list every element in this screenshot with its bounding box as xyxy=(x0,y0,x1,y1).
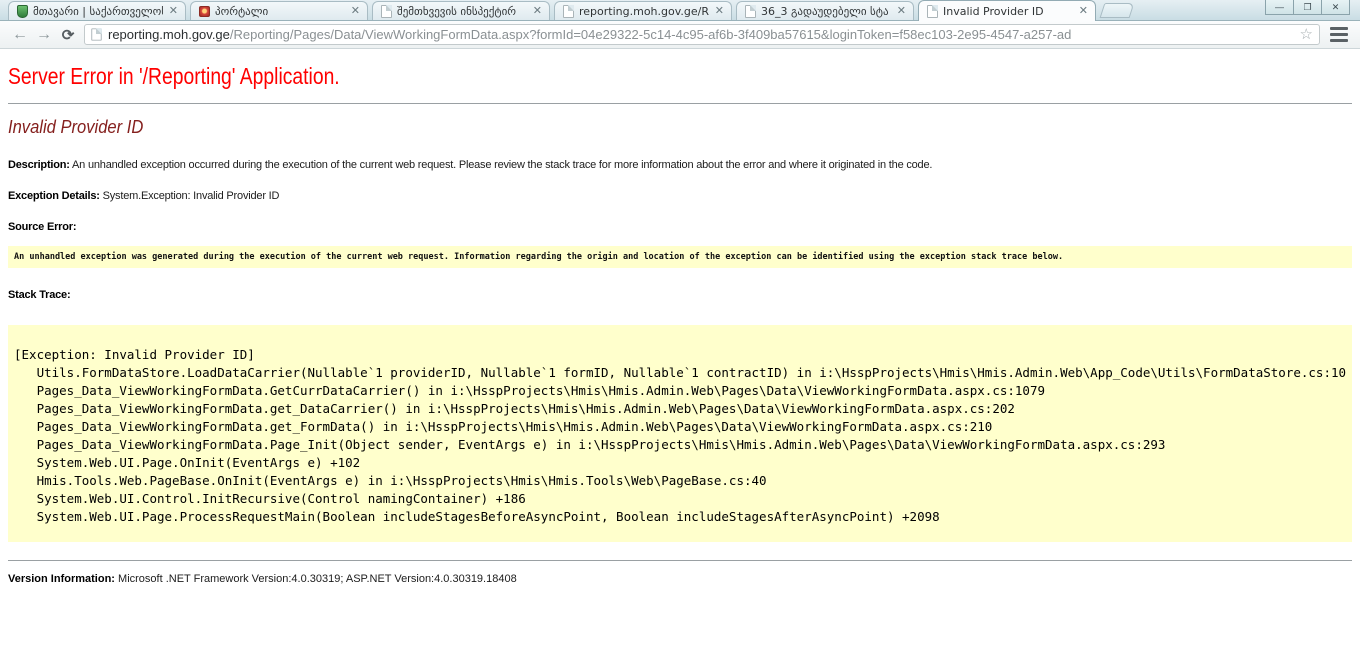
stack-trace-box: [Exception: Invalid Provider ID] Utils.F… xyxy=(8,325,1352,542)
url-host: reporting.moh.gov.ge xyxy=(108,27,230,42)
version-info-text: Microsoft .NET Framework Version:4.0.303… xyxy=(115,573,517,585)
window-controls: — ❐ ✕ xyxy=(1266,0,1350,15)
url-text[interactable]: reporting.moh.gov.ge/Reporting/Pages/Dat… xyxy=(108,27,1294,42)
page-favicon-icon xyxy=(381,5,392,18)
exception-details-text: System.Exception: Invalid Provider ID xyxy=(100,190,279,202)
tab-title: შემთხვევის ინსპექტირ xyxy=(397,5,527,18)
exception-details-label: Exception Details: xyxy=(8,190,100,202)
tab-portali[interactable]: პორტალი ✕ xyxy=(190,1,368,20)
page-favicon-icon xyxy=(563,5,574,18)
tab-close-icon[interactable]: ✕ xyxy=(532,6,543,17)
reload-button[interactable]: ⟳ xyxy=(56,23,80,47)
forward-arrow-icon: → xyxy=(36,26,52,44)
error-heading: Server Error in '/Reporting' Application… xyxy=(8,63,1137,90)
tab-title: reporting.moh.gov.ge/Re xyxy=(579,5,709,18)
tab-title: მთავარი | საქართველოს xyxy=(33,5,163,18)
page-favicon-icon xyxy=(927,5,938,18)
description-label: Description: xyxy=(8,159,70,171)
divider xyxy=(8,103,1352,104)
new-tab-button[interactable] xyxy=(1100,3,1135,18)
version-info-line: Version Information: Microsoft .NET Fram… xyxy=(8,573,1352,585)
stack-trace-text: [Exception: Invalid Provider ID] Utils.F… xyxy=(8,325,1352,542)
stack-trace-label-line: Stack Trace: xyxy=(8,289,1352,301)
emblem-favicon-icon xyxy=(199,6,210,17)
shield-favicon-icon xyxy=(17,5,28,18)
minimize-button[interactable]: — xyxy=(1265,0,1294,15)
page-favicon-icon xyxy=(745,5,756,18)
source-error-label-line: Source Error: xyxy=(8,221,1352,233)
hamburger-icon xyxy=(1330,27,1348,30)
back-arrow-icon: ← xyxy=(12,26,28,44)
url-path: /Reporting/Pages/Data/ViewWorkingFormDat… xyxy=(230,27,1071,42)
divider xyxy=(8,560,1352,561)
tab-close-icon[interactable]: ✕ xyxy=(714,6,725,17)
tab-mtavari[interactable]: მთავარი | საქართველოს ✕ xyxy=(8,1,186,20)
source-error-box: An unhandled exception was generated dur… xyxy=(8,246,1352,268)
tab-36-3-status[interactable]: 36_3 გადაუდებელი სტა ✕ xyxy=(736,1,914,20)
description-line: Description: An unhandled exception occu… xyxy=(8,159,1352,171)
tab-reporting[interactable]: reporting.moh.gov.ge/Re ✕ xyxy=(554,1,732,20)
page-content: Server Error in '/Reporting' Application… xyxy=(0,63,1360,585)
tab-inspection[interactable]: შემთხვევის ინსპექტირ ✕ xyxy=(372,1,550,20)
tab-strip: მთავარი | საქართველოს ✕ პორტალი ✕ შემთხვ… xyxy=(0,0,1360,21)
address-bar[interactable]: reporting.moh.gov.ge/Reporting/Pages/Dat… xyxy=(84,24,1320,45)
back-button[interactable]: ← xyxy=(8,23,32,47)
forward-button[interactable]: → xyxy=(32,23,56,47)
reload-icon: ⟳ xyxy=(62,26,75,44)
close-button[interactable]: ✕ xyxy=(1321,0,1350,15)
tab-title: Invalid Provider ID xyxy=(943,5,1073,18)
menu-button[interactable] xyxy=(1326,23,1352,47)
bookmark-star-icon[interactable]: ☆ xyxy=(1300,27,1313,42)
tab-close-icon[interactable]: ✕ xyxy=(168,6,179,17)
exception-details-line: Exception Details: System.Exception: Inv… xyxy=(8,190,1352,202)
error-subheading: Invalid Provider ID xyxy=(8,117,1244,138)
version-info-label: Version Information: xyxy=(8,573,115,585)
tab-close-icon[interactable]: ✕ xyxy=(350,6,361,17)
page-icon xyxy=(91,28,101,40)
browser-toolbar: ← → ⟳ reporting.moh.gov.ge/Reporting/Pag… xyxy=(0,21,1360,49)
stack-trace-label: Stack Trace: xyxy=(8,289,70,301)
maximize-button[interactable]: ❐ xyxy=(1293,0,1322,15)
tab-invalid-provider-id[interactable]: Invalid Provider ID ✕ xyxy=(918,0,1096,21)
tab-close-icon[interactable]: ✕ xyxy=(896,6,907,17)
description-text: An unhandled exception occurred during t… xyxy=(70,159,932,171)
tab-title: 36_3 გადაუდებელი სტა xyxy=(761,5,891,18)
tab-close-icon[interactable]: ✕ xyxy=(1078,6,1089,17)
tab-title: პორტალი xyxy=(215,5,345,18)
source-error-label: Source Error: xyxy=(8,221,76,233)
